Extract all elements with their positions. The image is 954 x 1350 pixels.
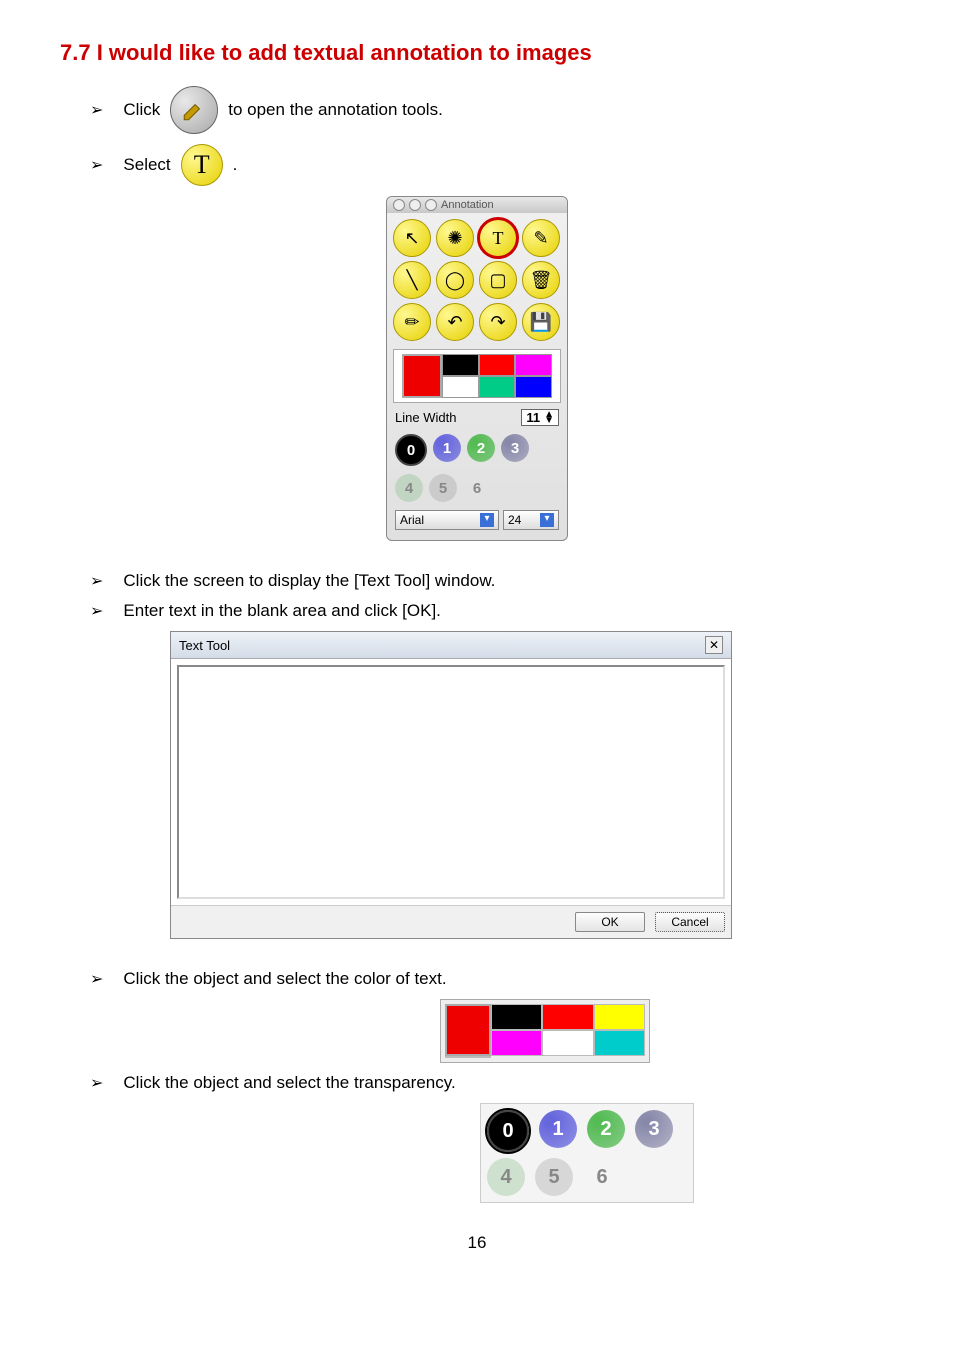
font-select[interactable]: Arial ▾ <box>395 510 499 530</box>
transparency-1[interactable]: 1 <box>433 434 461 462</box>
annotation-panel: Annotation ↖ ✺ T ✎ ╲ ◯ ▢ 🗑 ✏ ↶ ↷ 💾 Line … <box>386 196 568 541</box>
step-text: Click the object and select the transpar… <box>123 1073 455 1093</box>
bullet-icon: ➢ <box>90 571 103 591</box>
line-tool[interactable]: ╲ <box>393 261 431 299</box>
font-size: 24 <box>508 513 521 527</box>
step-6: ➢ Click the object and select the transp… <box>90 1073 894 1093</box>
step-5: ➢ Click the object and select the color … <box>90 969 894 989</box>
undo-tool[interactable]: ↶ <box>436 303 474 341</box>
transparency-0[interactable]: 0 <box>395 434 427 466</box>
color-swatch[interactable] <box>542 1004 593 1030</box>
font-size-select[interactable]: 24 ▾ <box>503 510 559 530</box>
color-swatch[interactable] <box>594 1030 645 1056</box>
step-text: Click the screen to display the [Text To… <box>123 571 495 591</box>
color-swatch[interactable] <box>491 1004 542 1030</box>
spotlight-tool[interactable]: ✺ <box>436 219 474 257</box>
text-tool[interactable]: T <box>479 219 517 257</box>
freehand-tool[interactable]: ✏ <box>393 303 431 341</box>
step-3: ➢ Click the screen to display the [Text … <box>90 571 894 591</box>
bullet-icon: ➢ <box>90 1073 103 1093</box>
step-text: to open the annotation tools. <box>228 100 443 120</box>
delete-tool[interactable]: 🗑 <box>522 261 560 299</box>
ok-button[interactable]: OK <box>575 912 645 932</box>
font-name: Arial <box>400 513 424 527</box>
line-width-value: 11 <box>526 410 540 425</box>
color-swatch[interactable] <box>479 354 516 376</box>
transparency-3[interactable]: 3 <box>501 434 529 462</box>
color-picker-strip <box>440 999 650 1063</box>
bullet-icon: ➢ <box>90 969 103 989</box>
traffic-light-icon[interactable] <box>393 199 405 211</box>
step-text: Enter text in the blank area and click [… <box>123 601 441 621</box>
color-swatch[interactable] <box>445 1056 491 1058</box>
line-width-stepper[interactable]: 11 ▲▼ <box>521 409 559 426</box>
current-color[interactable] <box>402 354 442 398</box>
panel-title: Annotation <box>441 199 494 211</box>
bullet-icon: ➢ <box>90 155 103 175</box>
section-heading: 7.7 I would like to add textual annotati… <box>60 40 894 66</box>
transparency-3[interactable]: 3 <box>635 1110 673 1148</box>
step-text: Select <box>123 155 170 175</box>
color-swatch[interactable] <box>515 376 552 398</box>
color-swatches <box>393 349 561 403</box>
highlighter-tool[interactable]: ✎ <box>522 219 560 257</box>
save-tool[interactable]: 💾 <box>522 303 560 341</box>
line-width-label: Line Width <box>395 410 456 425</box>
step-text: . <box>233 155 238 175</box>
transparency-6[interactable]: 6 <box>583 1158 621 1196</box>
text-input-area[interactable] <box>177 665 725 899</box>
cancel-button[interactable]: Cancel <box>655 912 725 932</box>
transparency-0[interactable]: 0 <box>487 1110 529 1152</box>
page-number: 16 <box>60 1233 894 1253</box>
close-icon[interactable]: ✕ <box>705 636 723 654</box>
traffic-light-icon[interactable] <box>425 199 437 211</box>
circle-tool[interactable]: ◯ <box>436 261 474 299</box>
transparency-1[interactable]: 1 <box>539 1110 577 1148</box>
transparency-4[interactable]: 4 <box>395 474 423 502</box>
current-color[interactable] <box>445 1004 491 1056</box>
redo-tool[interactable]: ↷ <box>479 303 517 341</box>
color-swatch[interactable] <box>442 376 479 398</box>
step-text: Click <box>123 100 160 120</box>
color-swatch[interactable] <box>479 376 516 398</box>
transparency-5[interactable]: 5 <box>535 1158 573 1196</box>
annotation-tools-icon <box>170 86 218 134</box>
traffic-light-icon[interactable] <box>409 199 421 211</box>
text-tool-dialog: Text Tool ✕ OK Cancel <box>170 631 732 939</box>
transparency-5[interactable]: 5 <box>429 474 457 502</box>
stepper-icon[interactable]: ▲▼ <box>544 412 554 424</box>
text-tool-icon: T <box>181 144 223 186</box>
step-2: ➢ Select T . <box>90 144 894 186</box>
chevron-down-icon: ▾ <box>480 513 494 527</box>
transparency-picker-strip: 0 1 2 3 4 5 6 <box>480 1103 694 1203</box>
color-swatch[interactable] <box>491 1030 542 1056</box>
rectangle-tool[interactable]: ▢ <box>479 261 517 299</box>
step-1: ➢ Click to open the annotation tools. <box>90 86 894 134</box>
bullet-icon: ➢ <box>90 100 103 120</box>
step-text: Click the object and select the color of… <box>123 969 446 989</box>
color-swatch[interactable] <box>515 354 552 376</box>
color-swatch[interactable] <box>442 354 479 376</box>
bullet-icon: ➢ <box>90 601 103 621</box>
step-4: ➢ Enter text in the blank area and click… <box>90 601 894 621</box>
transparency-4[interactable]: 4 <box>487 1158 525 1196</box>
color-swatch[interactable] <box>594 1004 645 1030</box>
transparency-2[interactable]: 2 <box>467 434 495 462</box>
transparency-6[interactable]: 6 <box>463 474 491 502</box>
chevron-down-icon: ▾ <box>540 513 554 527</box>
color-swatch[interactable] <box>542 1030 593 1056</box>
dialog-title: Text Tool <box>179 638 230 653</box>
transparency-2[interactable]: 2 <box>587 1110 625 1148</box>
pointer-tool[interactable]: ↖ <box>393 219 431 257</box>
panel-titlebar: Annotation <box>387 197 567 213</box>
